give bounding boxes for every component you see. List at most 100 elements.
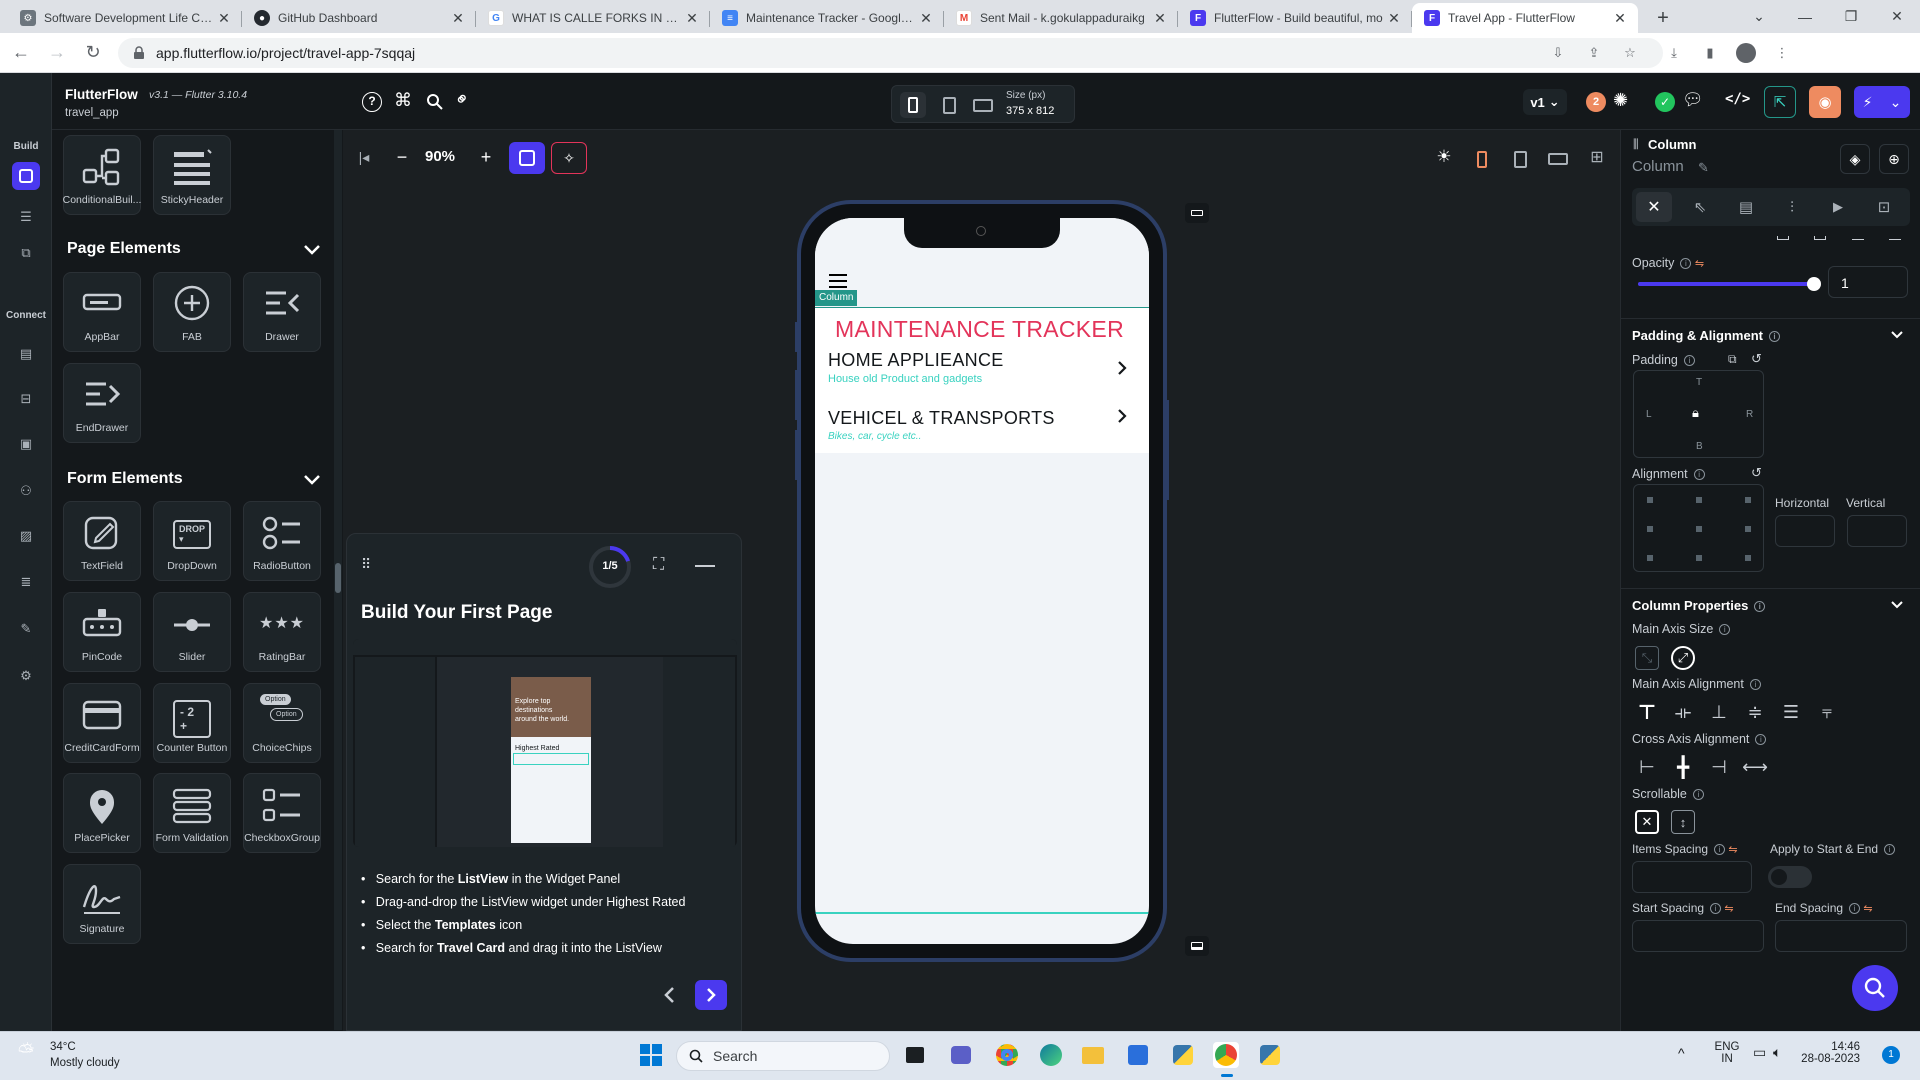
tab-actions[interactable]: ⇖ <box>1682 192 1718 222</box>
widget-rating-bar[interactable]: ★★★ RatingBar <box>243 592 321 672</box>
widget-radio-button[interactable]: RadioButton <box>243 501 321 581</box>
widget-signature[interactable]: Signature <box>63 864 141 944</box>
widget-pincode[interactable]: PinCode <box>63 592 141 672</box>
chat-icon[interactable]: 💬︎ <box>1682 90 1704 110</box>
downloads-icon[interactable]: ⤓ <box>1659 38 1689 68</box>
previous-step-button[interactable] <box>659 984 681 1006</box>
phone-screen[interactable]: Column MAINTENANCE TRACKER HOME APPLIEAN… <box>815 218 1149 944</box>
widget-sticky-header[interactable]: StickyHeader <box>153 135 231 215</box>
browser-tab-active[interactable]: F Travel App - FlutterFlow ✕ <box>1412 3 1638 33</box>
widget-panel-scrollbar[interactable] <box>334 130 342 1030</box>
align-center-icon[interactable]: ⟛ <box>1671 700 1695 724</box>
alignment-grid[interactable] <box>1633 484 1764 572</box>
close-icon[interactable]: ✕ <box>684 10 700 27</box>
cross-stretch-icon[interactable]: ⟷ <box>1742 755 1768 779</box>
axis-size-min-icon[interactable]: ⤡ <box>1635 646 1659 670</box>
weather-cloud-icon[interactable]: ⛅︎ <box>18 1041 34 1064</box>
expand-icon[interactable]: ⛶ <box>653 556 664 574</box>
portrait-orientation-icon[interactable] <box>1470 147 1494 171</box>
save-widget-icon[interactable]: ⊕ <box>1879 144 1909 174</box>
opacity-slider-thumb[interactable] <box>1807 277 1821 291</box>
widget-choice-chips[interactable]: Option Option ChoiceChips <box>243 683 321 763</box>
widget-end-drawer[interactable]: EndDrawer <box>63 363 141 443</box>
tablet-device-icon[interactable] <box>936 92 962 118</box>
menu-icon[interactable]: ⋮ <box>1767 38 1797 68</box>
chevron-down-icon[interactable] <box>1890 328 1904 342</box>
browser-tab[interactable]: ≡ Maintenance Tracker - Google Docs ✕ <box>710 3 944 33</box>
tab-properties[interactable]: ✕ <box>1636 192 1672 222</box>
python-icon[interactable] <box>1170 1042 1196 1068</box>
resize-bottom-handle[interactable] <box>1185 936 1209 956</box>
space-around-icon[interactable]: ☰ <box>1779 700 1803 724</box>
store-icon[interactable] <box>1125 1042 1151 1068</box>
close-window-icon[interactable]: ✕ <box>1874 0 1920 33</box>
tab-animations[interactable]: ▶ <box>1820 192 1856 222</box>
close-icon[interactable]: ✕ <box>1386 10 1402 27</box>
weather-description[interactable]: Mostly cloudy <box>50 1057 120 1069</box>
file-explorer-icon[interactable] <box>1080 1042 1106 1068</box>
close-icon[interactable]: ✕ <box>1612 10 1628 27</box>
theme-icon[interactable]: ✎ <box>13 616 39 642</box>
widget-form-validation[interactable]: Form Validation <box>153 773 231 853</box>
widget-name-field[interactable]: Column <box>1632 158 1684 175</box>
chevron-down-icon[interactable] <box>1890 598 1904 612</box>
zoom-out-button[interactable]: − <box>389 144 415 170</box>
scroll-off-icon[interactable]: ✕ <box>1635 810 1659 834</box>
scroll-on-icon[interactable]: ↕ <box>1671 810 1695 834</box>
widget-slider[interactable]: Slider <box>153 592 231 672</box>
collapse-panel-icon[interactable]: |◂ <box>351 144 377 170</box>
forward-icon[interactable]: → <box>42 38 72 68</box>
language-indicator[interactable]: ENG IN <box>1712 1041 1742 1065</box>
open-external-icon[interactable]: ⇱ <box>1764 86 1796 118</box>
install-icon[interactable]: ⇩ <box>1543 38 1573 68</box>
opacity-input[interactable]: 1 <box>1828 266 1908 298</box>
scrollbar-thumb[interactable] <box>335 563 341 593</box>
warning-count-badge[interactable]: 2 <box>1586 92 1606 112</box>
variable-icon[interactable]: ⇋ <box>1863 903 1872 915</box>
edge-icon[interactable] <box>1038 1042 1064 1068</box>
tab-search-icon[interactable]: ⌄ <box>1736 0 1782 33</box>
bug-icon[interactable]: ✺ <box>1613 90 1628 111</box>
new-tab-button[interactable]: + <box>1648 3 1678 33</box>
widget-dropdown[interactable]: DROP ▾ DropDown <box>153 501 231 581</box>
chrome-active-icon[interactable] <box>1213 1042 1239 1068</box>
apply-start-end-toggle[interactable] <box>1768 866 1812 888</box>
check-status-icon[interactable]: ✓ <box>1655 92 1675 112</box>
widget-counter-button[interactable]: - 2 + Counter Button <box>153 683 231 763</box>
url-field[interactable]: app.flutterflow.io/project/travel-app-7s… <box>118 37 1663 68</box>
help-icon[interactable]: ? <box>362 92 382 112</box>
weather-temp[interactable]: 34°C <box>50 1041 76 1053</box>
light-mode-icon[interactable]: ☀ <box>1432 147 1456 171</box>
close-icon[interactable]: ✕ <box>216 10 232 27</box>
app-values-icon[interactable]: ≣ <box>13 569 39 595</box>
list-item[interactable]: VEHICEL & TRANSPORTS Bikes, car, cycle e… <box>828 408 1138 448</box>
run-button[interactable]: ⚡︎ ⌄ <box>1854 86 1910 118</box>
cross-end-icon[interactable]: ⊣ <box>1707 755 1731 779</box>
items-spacing-input[interactable] <box>1632 861 1752 893</box>
horizontal-input[interactable] <box>1775 515 1835 547</box>
settings-gear-icon[interactable]: ⚙ <box>13 663 39 689</box>
padding-box[interactable]: T L R B 🔒︎ <box>1633 370 1764 458</box>
network-icon[interactable]: ▭ <box>1753 1044 1766 1061</box>
reset-icon[interactable]: ↺ <box>1751 465 1762 481</box>
drag-handle-icon[interactable]: ⠿ <box>361 556 371 573</box>
widget-tree-icon[interactable]: ☰ <box>13 204 39 230</box>
column-widget[interactable]: MAINTENANCE TRACKER HOME APPLIEANCE Hous… <box>815 308 1149 453</box>
keyboard-icon[interactable] <box>1546 147 1570 171</box>
link-icon[interactable]: ⚭ <box>450 87 476 113</box>
vertical-input[interactable] <box>1847 515 1907 547</box>
widget-place-picker[interactable]: PlacePicker <box>63 773 141 853</box>
share-icon[interactable]: ⇪ <box>1579 38 1609 68</box>
side-panel-icon[interactable]: ▮ <box>1695 38 1725 68</box>
team-icon[interactable]: ⚇ <box>13 478 39 504</box>
start-spacing-input[interactable] <box>1632 920 1764 952</box>
reset-icon[interactable]: ↺ <box>1751 351 1762 367</box>
widget-palette-icon[interactable] <box>12 162 40 190</box>
storyboard-icon[interactable]: ⧉ <box>13 240 39 266</box>
search-icon[interactable] <box>426 93 444 111</box>
space-evenly-icon[interactable]: ⫧ <box>1815 700 1839 724</box>
browser-tab[interactable]: F FlutterFlow - Build beautiful, mo ✕ <box>1178 3 1412 33</box>
edit-pencil-icon[interactable]: ✎ <box>1698 160 1709 176</box>
close-icon[interactable]: ✕ <box>918 10 934 27</box>
variable-icon[interactable]: ⇋ <box>1724 903 1733 915</box>
